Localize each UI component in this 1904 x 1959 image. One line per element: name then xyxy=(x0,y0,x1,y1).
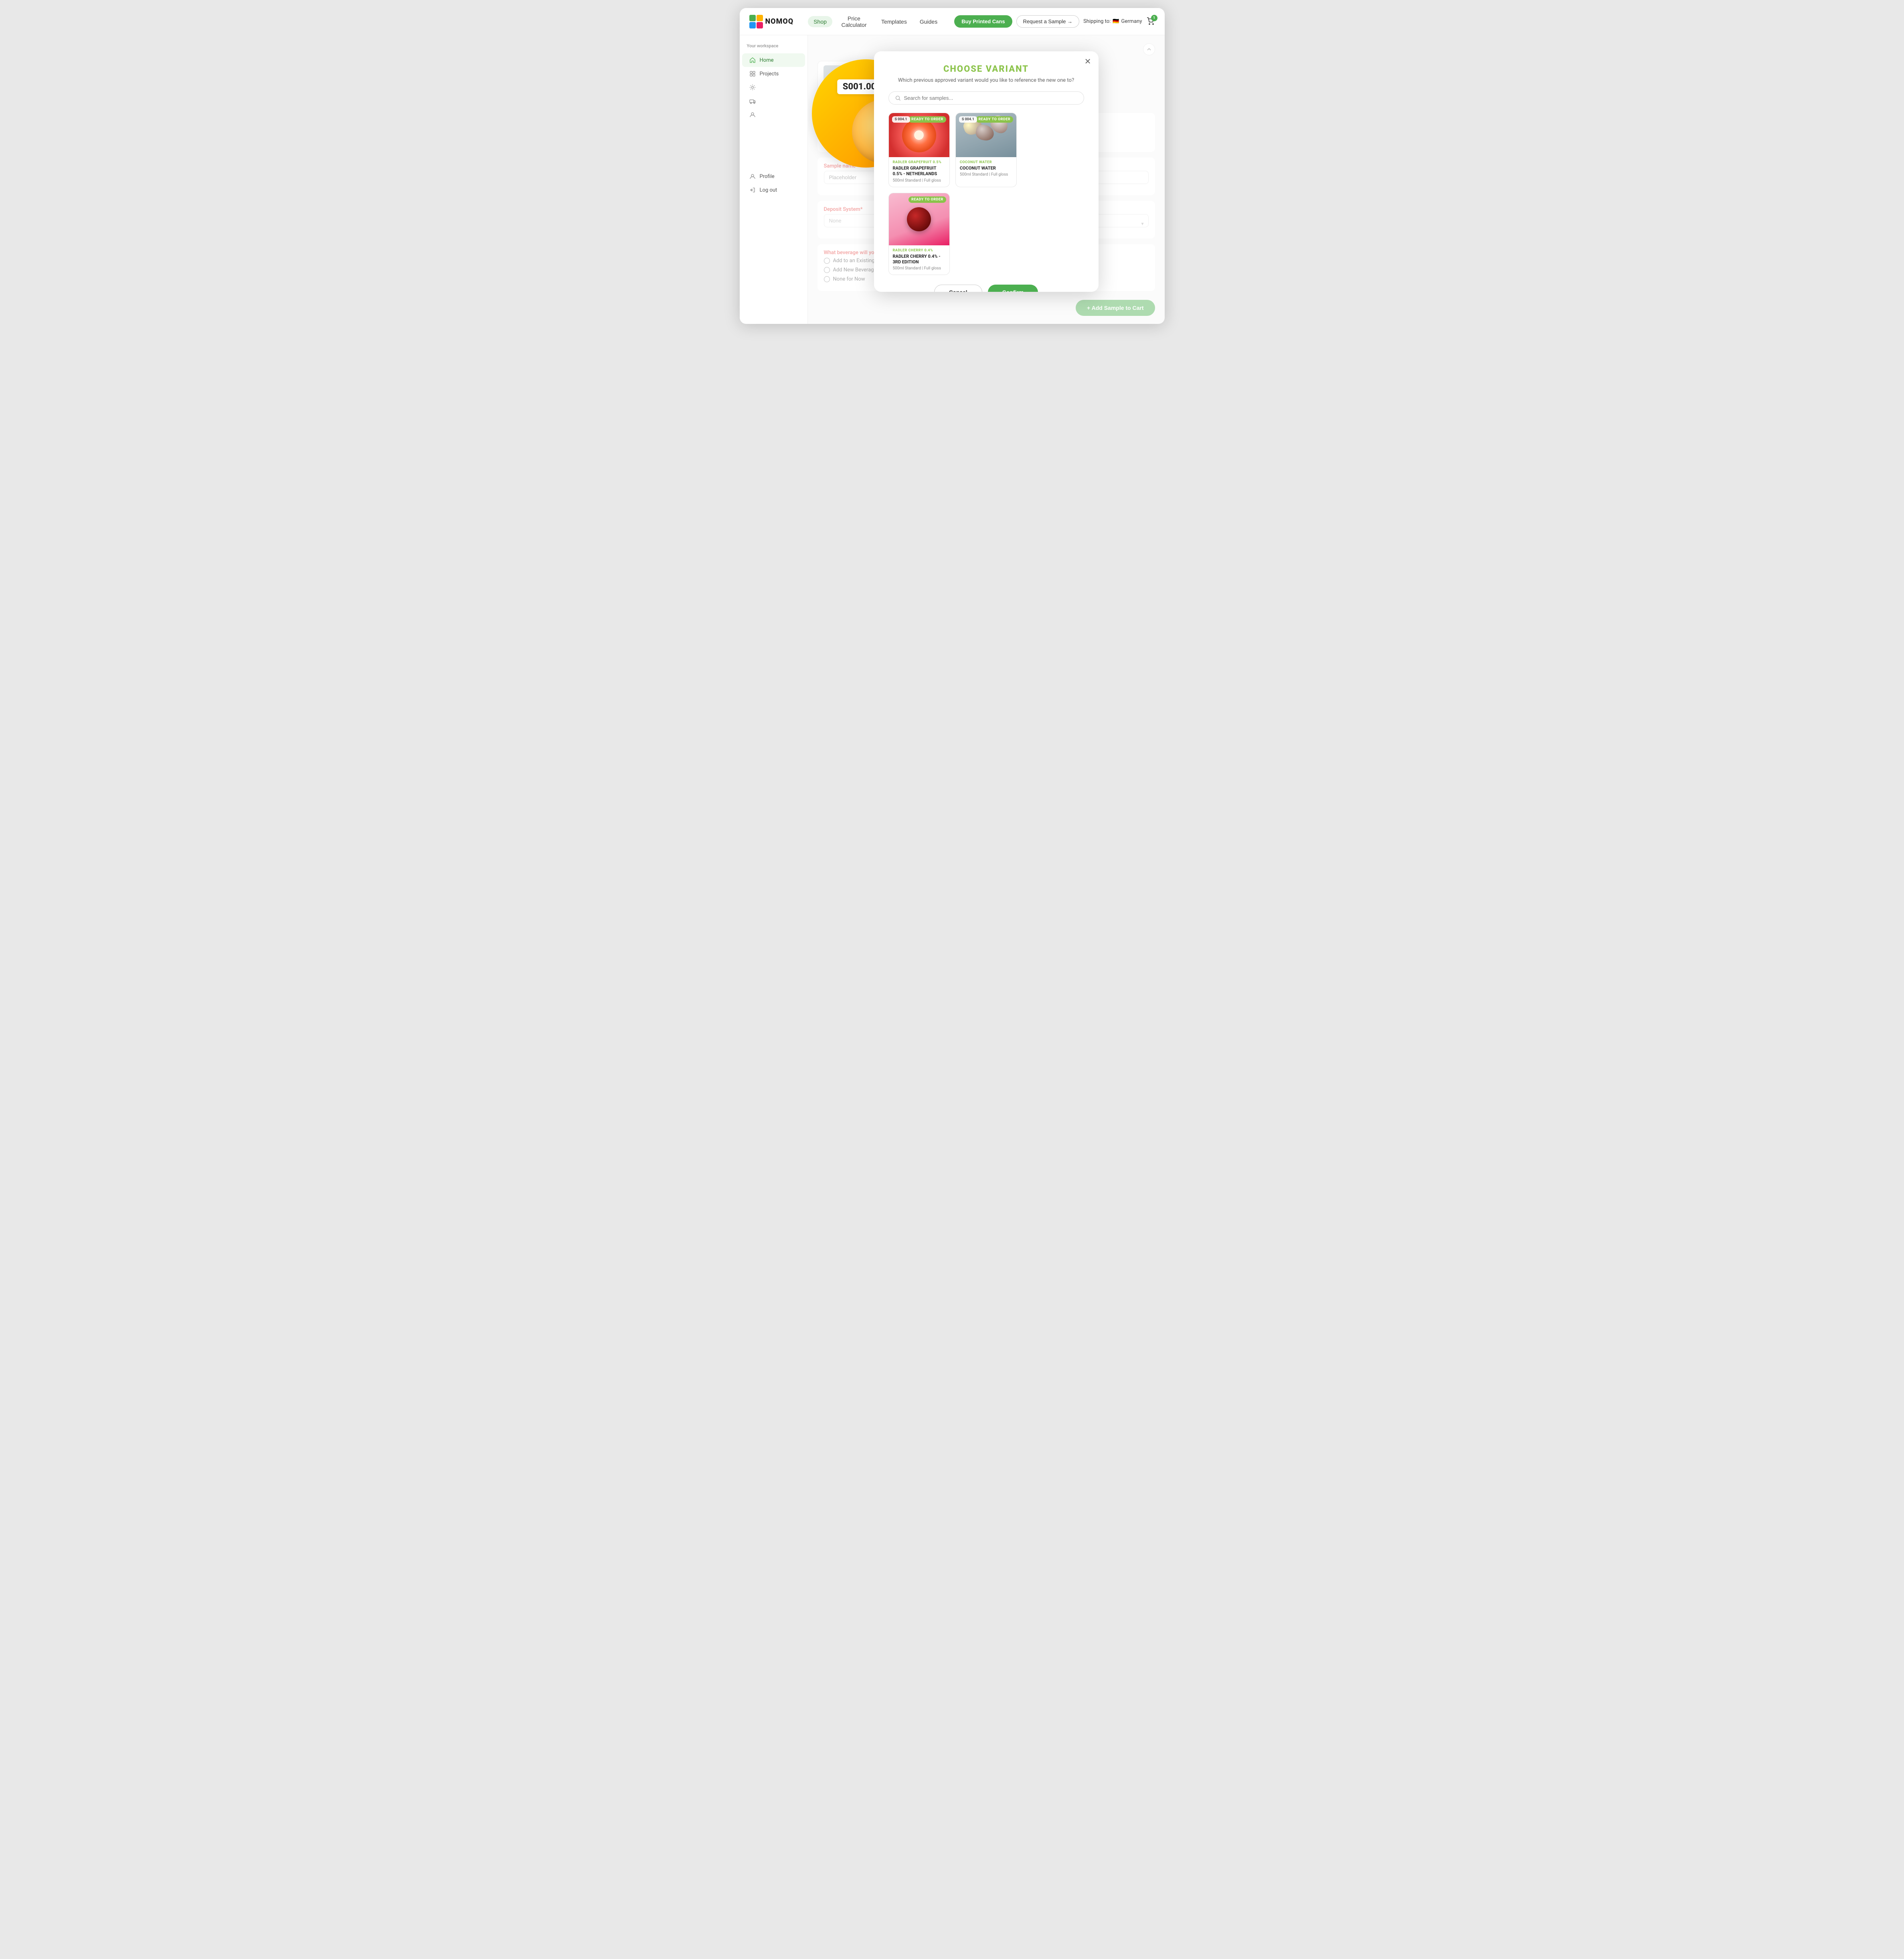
sidebar-profile-label: Profile xyxy=(760,174,775,180)
cherry-desc: 500ml Standard | Full gloss xyxy=(893,266,945,271)
sample-search-input[interactable] xyxy=(904,95,1077,101)
projects-icon xyxy=(749,71,756,77)
flag-icon: 🇩🇪 xyxy=(1113,18,1119,24)
sidebar-home-label: Home xyxy=(760,57,774,63)
cherry-ball xyxy=(907,207,931,231)
coconut-badge: READY TO ORDER xyxy=(976,116,1014,123)
top-nav: NOMOQ Shop Price Calculator Templates Gu… xyxy=(740,8,1165,35)
grapefruit-desc: 500ml Standard | Full gloss xyxy=(893,178,945,183)
sidebar-item-home[interactable]: Home xyxy=(742,53,805,67)
modal-search-bar xyxy=(888,91,1084,105)
cherry-info: RADLER CHERRY 0.4% RADLER CHERRY 0.4% - … xyxy=(889,245,949,275)
grapefruit-info: RADLER GRAPEFRUIT 0.5% RADLER GRAPEFRUIT… xyxy=(889,157,949,187)
confirm-button[interactable]: Confirm xyxy=(988,285,1038,292)
choose-variant-modal: ✕ CHOOSE VARIANT Which previous approved… xyxy=(874,51,1099,292)
nav-price-calculator[interactable]: Price Calculator xyxy=(834,13,874,30)
coconut-category: COCONUT WATER xyxy=(960,160,1012,164)
modal-overlay: S001.001.1 ✕ CHOOSE VARIANT Which previo… xyxy=(808,35,1165,324)
user-icon xyxy=(749,111,756,118)
modal-title: CHOOSE VARIANT xyxy=(888,64,1084,74)
grapefruit-id: S 004.1 xyxy=(892,116,910,123)
shipping-country: Germany xyxy=(1121,18,1142,24)
grapefruit-category: RADLER GRAPEFRUIT 0.5% xyxy=(893,160,945,164)
coconut-desc: 500ml Standard | Full gloss xyxy=(960,172,1012,177)
sidebar-item-5[interactable] xyxy=(742,108,805,121)
logo-text: NOMOQ xyxy=(765,17,794,26)
sidebar: Your workspace Home Projects xyxy=(740,35,808,324)
truck-icon xyxy=(749,98,756,104)
sidebar-item-logout[interactable]: Log out xyxy=(742,183,805,197)
cherry-badge: READY TO ORDER xyxy=(908,196,946,203)
sidebar-item-projects[interactable]: Projects xyxy=(742,67,805,81)
nav-templates[interactable]: Templates xyxy=(876,16,913,27)
sidebar-item-4[interactable] xyxy=(742,94,805,108)
modal-subtitle: Which previous approved variant would yo… xyxy=(888,77,1084,83)
grapefruit-name: RADLER GRAPEFRUIT 0.5% - NETHERLANDS xyxy=(893,166,945,177)
cancel-button[interactable]: Cancel xyxy=(934,285,982,292)
nav-guides[interactable]: Guides xyxy=(914,16,943,27)
right-panel: Metallic Matte & Glossy Select the eleme… xyxy=(808,35,1165,324)
request-sample-button[interactable]: Request a Sample → xyxy=(1016,15,1080,28)
coconut-id: S 004.1 xyxy=(959,116,977,123)
main-layout: Your workspace Home Projects xyxy=(740,35,1165,324)
coconut-name: COCONUT WATER xyxy=(960,166,1012,171)
cart-badge: 1 xyxy=(1151,15,1157,21)
coconut-info: COCONUT WATER COCONUT WATER 500ml Standa… xyxy=(956,157,1016,181)
nav-actions: Buy Printed Cans Request a Sample → Ship… xyxy=(954,15,1155,28)
grapefruit-inner xyxy=(902,118,936,152)
app-container: NOMOQ Shop Price Calculator Templates Gu… xyxy=(740,8,1165,324)
home-icon xyxy=(749,57,756,63)
modal-close-button[interactable]: ✕ xyxy=(1085,58,1091,66)
logo-icon xyxy=(749,15,763,28)
logout-icon xyxy=(749,187,756,193)
search-icon xyxy=(895,95,901,101)
settings-icon xyxy=(749,84,756,91)
grapefruit-core xyxy=(913,129,925,141)
sample-card-coconut[interactable]: READY TO ORDER S 004.1 COCONUT WATER COC… xyxy=(955,113,1017,187)
sample-grid: READY TO ORDER S 004.1 RADLER GRAPEFRUIT… xyxy=(888,113,1084,275)
logo: NOMOQ xyxy=(749,15,794,28)
cart-button[interactable]: 1 xyxy=(1146,16,1155,27)
workspace-label: Your workspace xyxy=(740,43,807,53)
sidebar-logout-label: Log out xyxy=(760,187,777,193)
sidebar-item-3[interactable] xyxy=(742,81,805,94)
sidebar-projects-label: Projects xyxy=(760,71,779,77)
modal-actions: Cancel Confirm xyxy=(888,285,1084,292)
shipping-label: Shipping to: xyxy=(1083,18,1111,24)
cherry-name: RADLER CHERRY 0.4% - 3RD EDITION xyxy=(893,254,945,265)
buy-printed-cans-button[interactable]: Buy Printed Cans xyxy=(954,15,1012,28)
sample-card-cherry[interactable]: READY TO ORDER RADLER CHERRY 0.4% RADLER… xyxy=(888,193,950,275)
shipping-area: Shipping to: 🇩🇪 Germany xyxy=(1083,18,1142,24)
nav-shop[interactable]: Shop xyxy=(808,16,832,27)
cherry-category: RADLER CHERRY 0.4% xyxy=(893,249,945,253)
nav-links: Shop Price Calculator Templates Guides xyxy=(808,13,943,30)
profile-icon xyxy=(749,173,756,180)
sidebar-item-profile[interactable]: Profile xyxy=(742,170,805,183)
sample-card-grapefruit[interactable]: READY TO ORDER S 004.1 RADLER GRAPEFRUIT… xyxy=(888,113,950,187)
grapefruit-badge: READY TO ORDER xyxy=(908,116,946,123)
